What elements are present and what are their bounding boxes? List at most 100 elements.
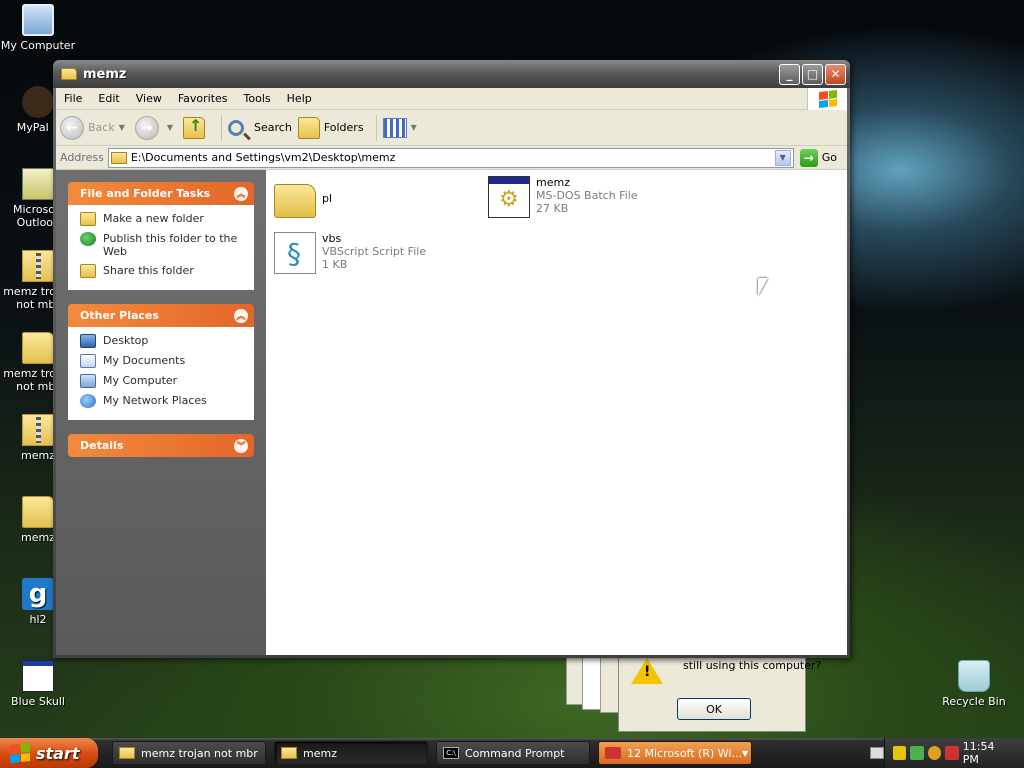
address-input[interactable]: E:\Documents and Settings\vm2\Desktop\me… (107, 147, 794, 168)
mouse-cursor-icon (758, 278, 768, 296)
taskbar-item-memz[interactable]: memz (274, 741, 428, 765)
file-item-vbs[interactable]: vbs VBScript Script File 1 KB (274, 232, 426, 274)
menu-view[interactable]: View (128, 92, 170, 105)
desktop-icon-label: Recycle Bin (942, 695, 1006, 708)
taskbar-item-label: 12 Microsoft (R) Wi... (627, 746, 742, 760)
search-label: Search (254, 121, 292, 134)
back-button[interactable]: ← Back ▼ (60, 115, 129, 140)
panel-title: Details (80, 439, 124, 452)
menu-file[interactable]: File (56, 92, 90, 105)
desktop-icon-label: Blue Skull (11, 695, 65, 708)
search-button[interactable]: Search (228, 119, 292, 136)
toolbar-separator (375, 114, 377, 141)
chevron-down-icon: ▼ (410, 123, 417, 132)
taskbar-item-memz-trojan[interactable]: memz trojan not mbr (112, 741, 266, 765)
chevron-up-icon[interactable]: ︽ (234, 308, 248, 323)
folder-up-icon (183, 116, 206, 139)
message-text: still using this computer? (683, 659, 822, 672)
place-my-documents[interactable]: My Documents (80, 354, 244, 368)
desktop-icon-blue-skull[interactable]: Blue Skull (0, 660, 76, 708)
panel-title: Other Places (80, 309, 159, 322)
keyboard-icon[interactable] (870, 747, 884, 759)
address-bar: Address E:\Documents and Settings\vm2\De… (56, 146, 847, 170)
place-desktop[interactable]: Desktop (80, 334, 244, 348)
chevron-down-icon: ▼ (118, 123, 125, 132)
desktop-icon-my-computer[interactable]: My Computer (0, 4, 76, 52)
zip-icon (22, 250, 54, 282)
menu-edit[interactable]: Edit (90, 92, 127, 105)
chevron-down-icon: ▼ (166, 123, 174, 132)
go-button[interactable]: → Go (799, 148, 837, 167)
panel-header[interactable]: File and Folder Tasks ︽ (68, 182, 254, 205)
file-folder-tasks-panel: File and Folder Tasks ︽ Make a new folde… (68, 182, 254, 290)
folders-button[interactable]: Folders (297, 116, 364, 139)
task-share-folder[interactable]: Share this folder (80, 264, 244, 278)
hl2-icon: g (22, 578, 54, 610)
place-my-network-places[interactable]: My Network Places (80, 394, 244, 408)
folder-icon (22, 332, 54, 364)
forward-arrow-icon: → (134, 115, 159, 140)
back-arrow-icon: ← (60, 115, 84, 140)
security-shield-icon[interactable] (893, 746, 907, 760)
task-label: Publish this folder to the Web (103, 232, 238, 258)
views-button[interactable]: ▼ (382, 117, 421, 138)
folders-icon (297, 116, 320, 139)
panel-title: File and Folder Tasks (80, 187, 211, 200)
desktop-icon-recycle-bin[interactable]: Recycle Bin (936, 660, 1012, 708)
task-make-new-folder[interactable]: Make a new folder (80, 212, 244, 226)
vbscript-icon (274, 232, 316, 274)
windows-logo-icon (807, 88, 847, 110)
explorer-window: memz _ □ ✕ File Edit View Favorites Tool… (53, 60, 850, 658)
outlook-icon (22, 168, 54, 200)
title-bar[interactable]: memz _ □ ✕ (53, 60, 850, 88)
file-type: MS-DOS Batch File (536, 189, 638, 202)
chevron-up-icon[interactable]: ︽ (234, 186, 248, 201)
windows-logo-icon (10, 742, 30, 764)
up-button[interactable] (183, 116, 209, 139)
other-places-panel: Other Places ︽ Desktop My Documents My C… (68, 304, 254, 420)
alert-icon[interactable] (945, 746, 959, 760)
go-label: Go (821, 151, 837, 164)
maximize-button[interactable]: □ (802, 63, 823, 85)
menu-favorites[interactable]: Favorites (170, 92, 236, 105)
file-name: vbs (322, 232, 342, 245)
menu-tools[interactable]: Tools (236, 92, 279, 105)
share-folder-icon (80, 264, 96, 278)
file-list: pl memz MS-DOS Batch File 27 KB vbs VB (266, 170, 847, 655)
taskbar-item-group-microsoft[interactable]: 12 Microsoft (R) Wi... ▼ (598, 741, 752, 765)
task-publish-web[interactable]: Publish this folder to the Web (80, 232, 244, 258)
network-icon[interactable] (910, 746, 924, 760)
desktop-icon (80, 334, 96, 348)
file-item-pl[interactable]: pl (274, 178, 332, 218)
ok-button[interactable]: OK (677, 698, 751, 720)
close-button[interactable]: ✕ (825, 63, 846, 85)
minimize-button[interactable]: _ (779, 63, 800, 85)
file-size: 27 KB (536, 202, 569, 215)
menu-bar: File Edit View Favorites Tools Help (56, 88, 847, 110)
folder-icon (119, 747, 135, 759)
forward-button[interactable]: → ▼ (134, 115, 177, 140)
start-button[interactable]: start (0, 738, 98, 768)
toolbar-separator (221, 114, 223, 141)
panel-header[interactable]: Other Places ︽ (68, 304, 254, 327)
new-folder-icon (80, 212, 96, 226)
place-label: My Network Places (103, 394, 207, 407)
folder-icon (274, 184, 316, 218)
taskbar-item-command-prompt[interactable]: C:\ Command Prompt (436, 741, 590, 765)
start-label: start (36, 743, 80, 763)
back-label: Back (88, 121, 115, 134)
menu-help[interactable]: Help (279, 92, 320, 105)
panel-header[interactable]: Details ︾ (68, 434, 254, 457)
chevron-down-icon[interactable]: ︾ (234, 438, 248, 453)
search-icon (228, 119, 245, 136)
task-pane: File and Folder Tasks ︽ Make a new folde… (56, 170, 266, 655)
search-icon[interactable] (927, 746, 942, 760)
chevron-down-icon[interactable]: ▼ (774, 149, 791, 166)
file-item-memz[interactable]: memz MS-DOS Batch File 27 KB (488, 176, 638, 218)
taskbar: start memz trojan not mbr memz C:\ Comma… (0, 738, 1024, 768)
folder-icon (110, 151, 127, 164)
task-label: Share this folder (103, 264, 194, 277)
file-name: pl (322, 192, 333, 205)
place-my-computer[interactable]: My Computer (80, 374, 244, 388)
recycle-bin-icon (958, 660, 990, 692)
